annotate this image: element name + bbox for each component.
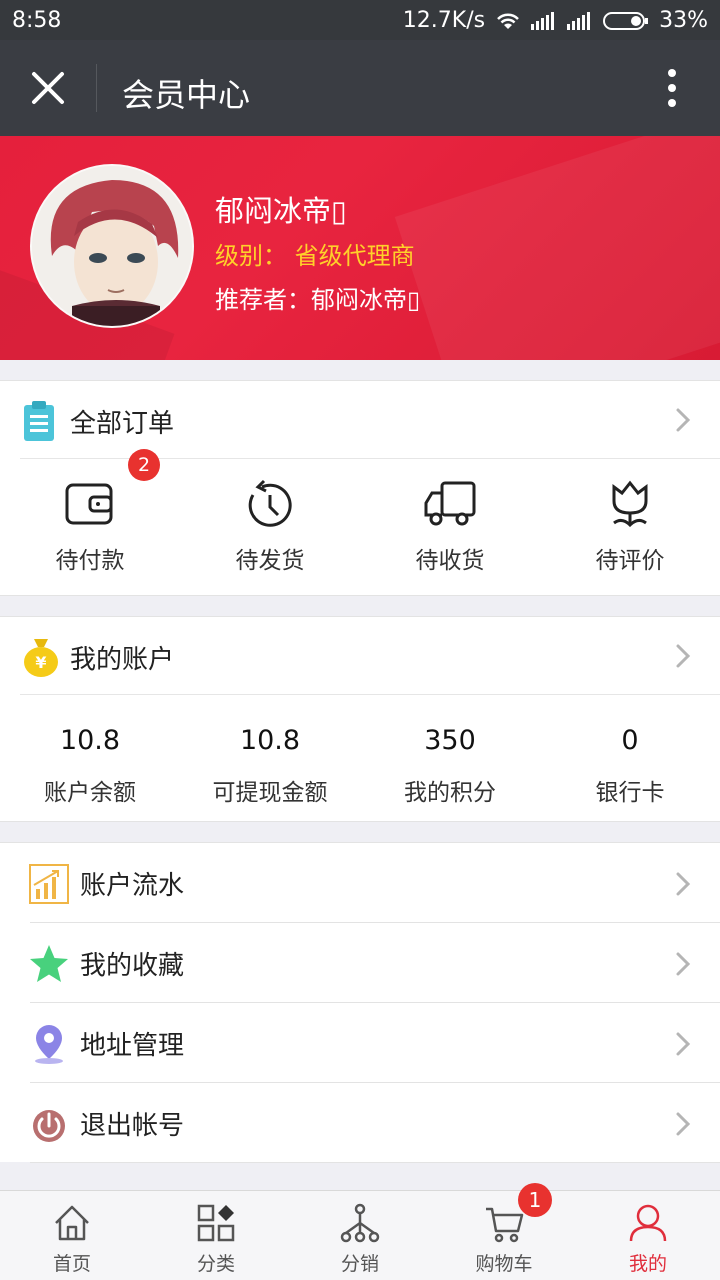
home-icon — [52, 1203, 92, 1243]
money-bag-icon: ¥ — [22, 635, 60, 677]
tab-mine[interactable]: 我的 — [576, 1191, 720, 1280]
chevron-right-icon — [674, 870, 692, 898]
account-value: 10.8 — [239, 725, 301, 756]
close-icon[interactable] — [28, 68, 68, 108]
order-pending-review[interactable]: 待评价 — [540, 461, 720, 597]
signal-icon — [531, 11, 557, 30]
star-icon — [28, 943, 70, 985]
clock-icon — [244, 479, 296, 531]
menu-section: 账户流水 我的收藏 地址管理 退出帐号 — [0, 842, 720, 1163]
cart-badge: 1 — [518, 1183, 552, 1217]
menu-item-logout[interactable]: 退出帐号 — [0, 1083, 720, 1163]
flower-icon — [604, 479, 656, 531]
tab-category[interactable]: 分类 — [144, 1191, 288, 1280]
order-label: 待付款 — [55, 548, 125, 574]
member-referrer: 推荐者：郁闷冰帝▯ — [215, 286, 421, 314]
order-badge: 2 — [128, 449, 160, 481]
divider — [30, 1162, 720, 1163]
my-account-row[interactable]: ¥ 我的账户 — [20, 617, 720, 695]
account-section: ¥ 我的账户 10.8 账户余额 10.8 可提现金额 350 我的积分 0 银… — [0, 616, 720, 822]
tab-label: 分销 — [340, 1253, 379, 1275]
member-level: 级别： 省级代理商 — [215, 242, 415, 270]
battery-level: 33% — [659, 8, 708, 33]
account-label: 可提现金额 — [212, 780, 328, 806]
signal-icon-2 — [567, 11, 593, 30]
wifi-icon — [495, 11, 521, 31]
profile-banner: 郁闷冰帝▯ 级别： 省级代理商 推荐者：郁闷冰帝▯ — [0, 136, 720, 360]
account-label: 我的积分 — [404, 780, 496, 806]
location-pin-icon — [28, 1023, 70, 1065]
account-label: 银行卡 — [595, 780, 665, 806]
my-account-label: 我的账户 — [70, 645, 175, 675]
bottom-tab-bar: 首页 分类 分销 1 购物车 我的 — [0, 1183, 720, 1280]
account-label: 账户余额 — [44, 780, 136, 806]
power-icon — [28, 1103, 70, 1145]
account-value: 10.8 — [59, 725, 121, 756]
truck-icon — [424, 479, 476, 531]
account-withdrawable[interactable]: 10.8 可提现金额 — [180, 697, 360, 823]
title-bar: 会员中心 — [0, 40, 720, 136]
tab-distribution[interactable]: 分销 — [288, 1191, 432, 1280]
chart-icon — [28, 863, 70, 905]
battery-icon — [603, 11, 649, 31]
menu-label: 退出帐号 — [80, 1111, 185, 1141]
account-bank-cards[interactable]: 0 银行卡 — [540, 697, 720, 823]
all-orders-label: 全部订单 — [70, 409, 175, 439]
page-title: 会员中心 — [122, 76, 251, 114]
account-balance[interactable]: 10.8 账户余额 — [0, 697, 180, 823]
chevron-right-icon — [674, 950, 692, 978]
chevron-right-icon — [674, 406, 692, 434]
chevron-right-icon — [674, 1030, 692, 1058]
title-divider — [96, 64, 97, 112]
all-orders-row[interactable]: 全部订单 — [20, 381, 720, 459]
tab-label: 分类 — [196, 1253, 235, 1275]
account-points[interactable]: 350 我的积分 — [360, 697, 540, 823]
more-menu-icon[interactable] — [660, 68, 684, 108]
order-label: 待收货 — [415, 548, 485, 574]
account-value: 0 — [621, 725, 639, 756]
order-pending-shipment[interactable]: 待发货 — [180, 461, 360, 597]
user-icon — [628, 1203, 668, 1243]
order-pending-receipt[interactable]: 待收货 — [360, 461, 540, 597]
network-speed: 12.7K/s — [402, 8, 486, 33]
cart-icon — [484, 1203, 524, 1243]
svg-text:¥: ¥ — [35, 653, 46, 672]
status-bar: 8:58 12.7K/s 33% — [0, 0, 720, 40]
tab-home[interactable]: 首页 — [0, 1191, 144, 1280]
order-label: 待评价 — [595, 548, 665, 574]
menu-label: 我的收藏 — [80, 951, 185, 981]
tab-label: 首页 — [52, 1253, 91, 1275]
distribution-icon — [340, 1203, 380, 1243]
menu-label: 地址管理 — [80, 1031, 185, 1061]
tab-label: 购物车 — [475, 1253, 533, 1275]
orders-section: 全部订单 2 待付款 待发货 待收货 待评价 — [0, 380, 720, 596]
wallet-icon — [64, 479, 116, 531]
category-icon — [196, 1203, 236, 1243]
status-time: 8:58 — [12, 8, 62, 33]
tab-cart[interactable]: 1 购物车 — [432, 1183, 576, 1280]
order-label: 待发货 — [235, 548, 305, 574]
avatar[interactable] — [30, 164, 194, 328]
account-value: 350 — [424, 725, 476, 756]
tab-label: 我的 — [628, 1253, 667, 1275]
clipboard-icon — [22, 401, 56, 441]
menu-item-favorites[interactable]: 我的收藏 — [0, 923, 720, 1003]
menu-item-address[interactable]: 地址管理 — [0, 1003, 720, 1083]
order-pending-payment[interactable]: 2 待付款 — [0, 449, 180, 597]
chevron-right-icon — [674, 1110, 692, 1138]
banner-decoration — [394, 136, 720, 360]
menu-label: 账户流水 — [80, 871, 185, 901]
chevron-right-icon — [674, 642, 692, 670]
menu-item-account-flow[interactable]: 账户流水 — [0, 843, 720, 923]
member-name: 郁闷冰帝▯ — [215, 194, 347, 228]
